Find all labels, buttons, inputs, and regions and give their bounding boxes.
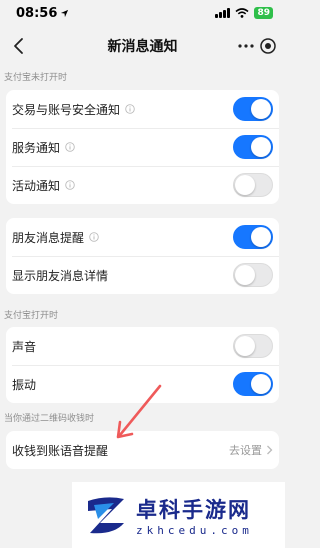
setting-label: 朋友消息提醒 [12,230,85,245]
watermark-title: 卓科手游网 [136,496,251,522]
watermark: 卓科手游网 zkhcedu.com [72,482,285,548]
toggle-switch[interactable] [233,135,273,159]
watermark-url: zkhcedu.com [136,523,253,537]
info-icon[interactable] [125,104,135,114]
go-settings-text: 去设置 [229,444,262,457]
settings-card-friends: 朋友消息提醒 显示朋友消息详情 [6,218,279,294]
close-miniapp-icon[interactable] [259,37,277,55]
setting-label: 交易与账号安全通知 [12,102,121,117]
toggle-switch[interactable] [233,334,273,358]
setting-row-friend-message: 朋友消息提醒 [6,218,279,256]
location-arrow-icon [61,9,69,17]
setting-label: 活动通知 [12,178,61,193]
section-header-app-closed: 支付宝未打开时 [4,73,68,83]
section-header-app-open: 支付宝打开时 [4,311,59,321]
watermark-logo-icon [88,497,124,534]
setting-label: 显示朋友消息详情 [12,268,109,283]
status-time: 08:56 [16,6,69,21]
setting-row-sound: 声音 [6,327,279,365]
chevron-right-icon [267,445,273,455]
status-time-text: 08:56 [16,5,58,21]
battery-indicator: 89 [254,7,273,19]
wifi-icon [235,8,249,18]
more-options-icon[interactable] [237,39,255,53]
info-icon[interactable] [65,180,75,190]
cellular-signal-icon [215,8,231,18]
toggle-switch[interactable] [233,225,273,249]
watermark-text: 卓科手游网 zkhcedu.com [136,494,253,537]
setting-label: 振动 [12,377,37,392]
status-indicators: 89 [215,7,273,19]
toggle-switch[interactable] [233,372,273,396]
setting-row-security-notice: 交易与账号安全通知 [6,90,279,128]
toggle-switch[interactable] [233,97,273,121]
info-icon[interactable] [65,142,75,152]
back-arrow-icon[interactable] [8,35,30,57]
setting-row-service-notice: 服务通知 [6,128,279,166]
setting-label: 声音 [12,339,37,354]
info-icon[interactable] [89,232,99,242]
status-bar: 08:56 89 [0,0,285,26]
setting-label: 收钱到账语音提醒 [12,443,109,458]
toggle-switch[interactable] [233,173,273,197]
annotation-arrow-icon [116,384,162,439]
go-settings-link[interactable]: 去设置 [229,442,273,458]
settings-card-app-closed: 交易与账号安全通知 服务通知 活动通知 [6,90,279,204]
toggle-switch[interactable] [233,263,273,287]
setting-row-activity-notice: 活动通知 [6,166,279,204]
page-title: 新消息通知 [107,39,178,55]
setting-row-friend-message-detail: 显示朋友消息详情 [6,256,279,294]
setting-label: 服务通知 [12,140,61,155]
nav-bar: 新消息通知 [0,26,285,66]
